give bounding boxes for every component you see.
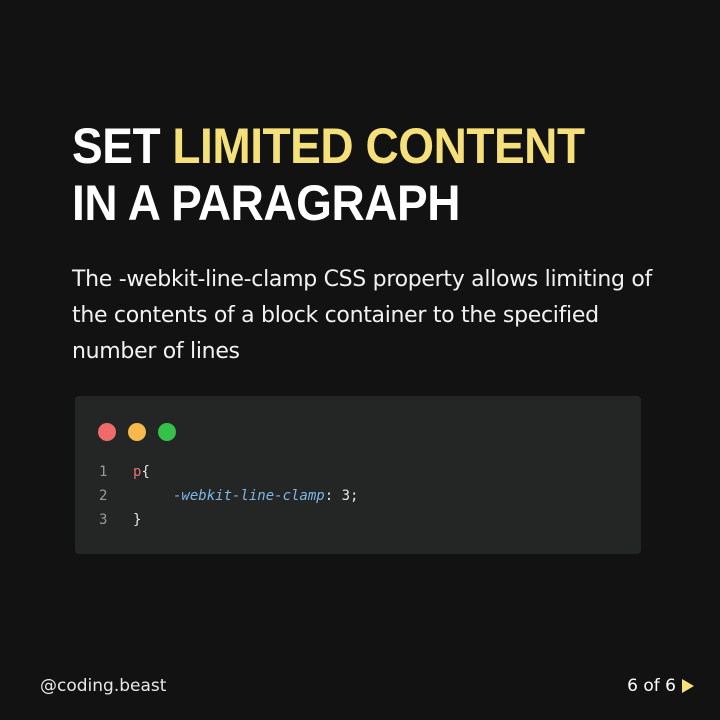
title-part1: SET: [72, 118, 173, 174]
code-block: 1 p{ 2 -webkit-line-clamp: 3; 3}: [99, 460, 358, 532]
code-window: 1 p{ 2 -webkit-line-clamp: 3; 3}: [75, 396, 641, 554]
line-number: 1: [99, 464, 108, 480]
code-semicolon: ;: [350, 488, 359, 504]
pager[interactable]: 6 of 6: [627, 676, 694, 696]
line-number: 3: [99, 512, 108, 528]
title-highlight: LIMITED CONTENT: [172, 118, 585, 174]
play-triangle-icon[interactable]: [682, 679, 694, 693]
code-line: 2 -webkit-line-clamp: 3;: [99, 484, 358, 508]
author-handle: @coding.beast: [40, 676, 167, 696]
code-line: 1 p{: [99, 460, 358, 484]
code-colon: :: [324, 488, 342, 504]
code-close-brace: }: [133, 512, 142, 528]
yellow-dot-icon: [128, 423, 146, 441]
code-line: 3}: [99, 508, 358, 532]
pager-text: 6 of 6: [627, 676, 676, 696]
page-title: SET LIMITED CONTENT IN A PARAGRAPH: [72, 118, 585, 232]
code-selector: p: [133, 464, 142, 480]
red-dot-icon: [98, 423, 116, 441]
description: The -webkit-line-clamp CSS property allo…: [72, 267, 652, 364]
line-number: 2: [99, 488, 108, 504]
window-controls: [98, 423, 176, 441]
title-line2: IN A PARAGRAPH: [72, 175, 460, 231]
code-value: 3: [341, 488, 351, 504]
green-dot-icon: [158, 423, 176, 441]
code-open-brace: {: [141, 464, 150, 480]
code-property: -webkit-line-clamp: [173, 488, 325, 504]
